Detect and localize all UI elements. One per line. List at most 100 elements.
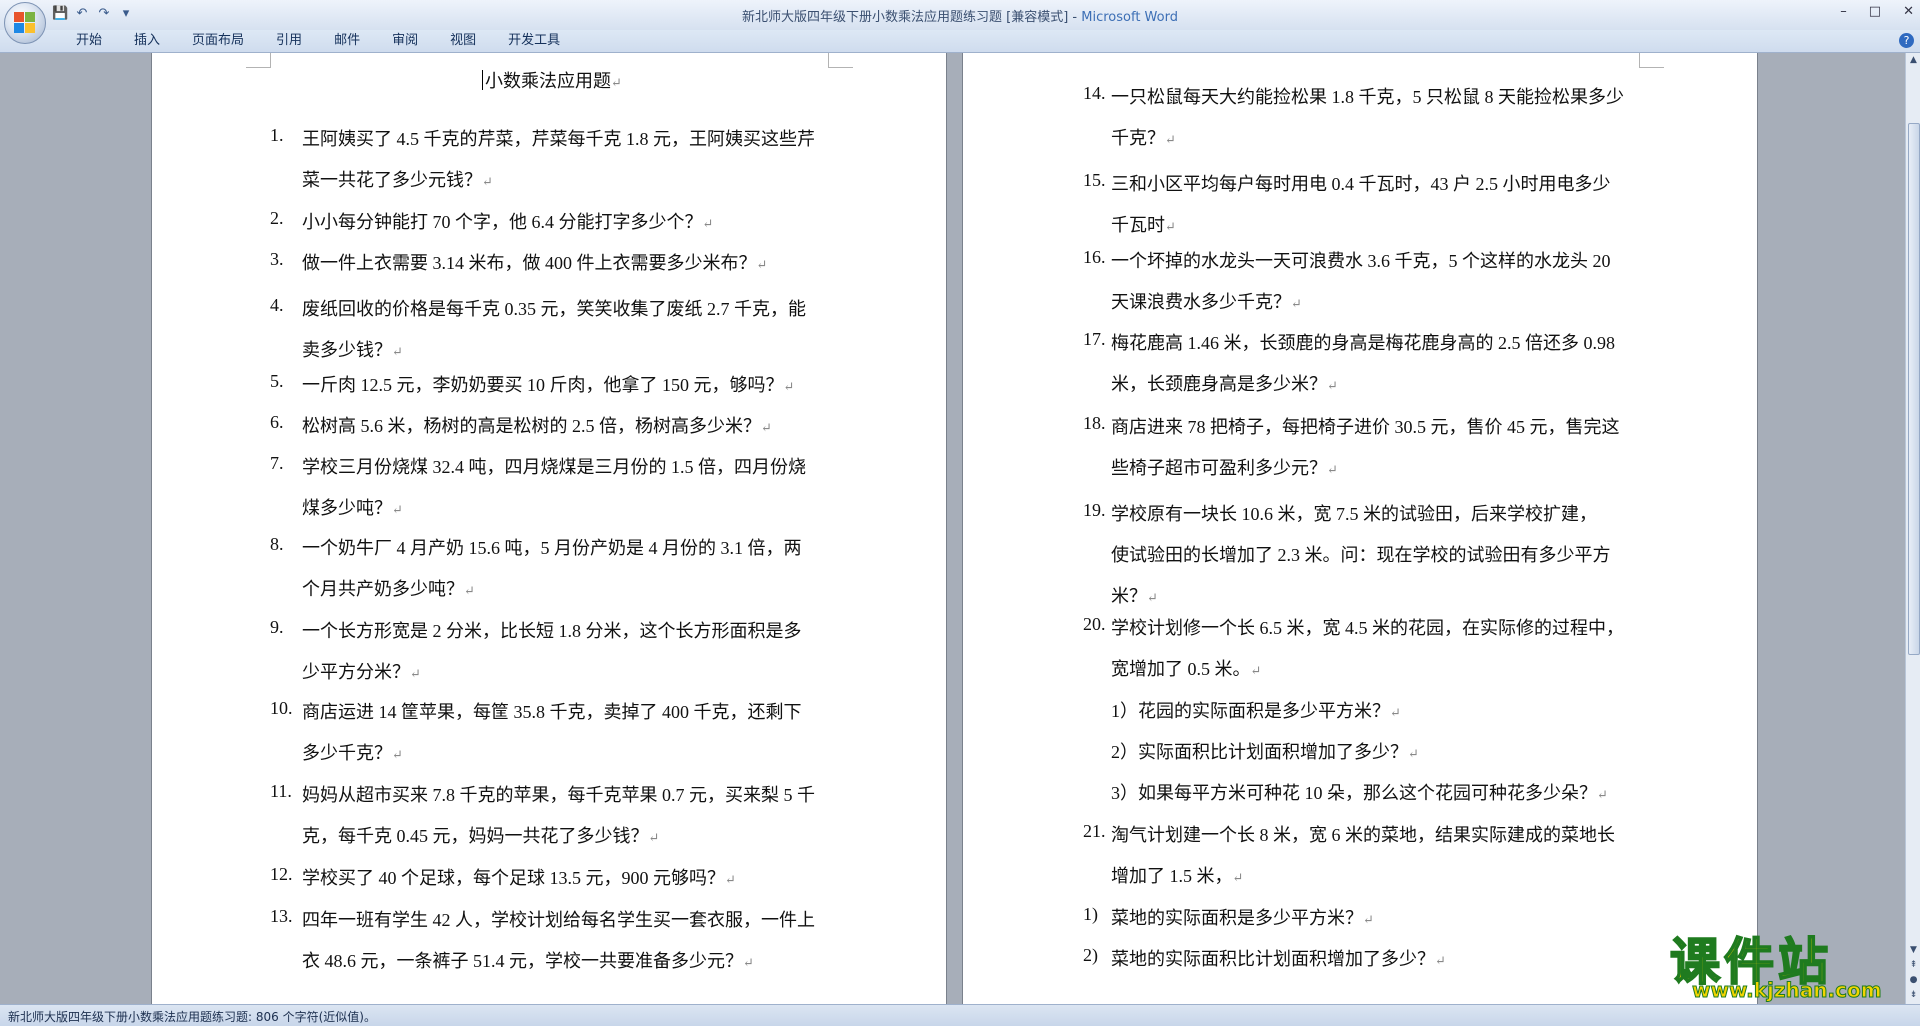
paragraph-mark-icon: ↵ <box>725 872 736 887</box>
page-left[interactable]: 小数乘法应用题↵ 1. 王阿姨买了 4.5 千克的芹菜，芹菜每千克 1.8 元，王… <box>152 53 946 1004</box>
question-text-line: 松树高 5.6 米，杨树的高是松树的 2.5 倍，杨树高多少米？↵ <box>302 416 772 436</box>
question-number: 14. <box>1083 83 1106 103</box>
watermark-logo: 课件站 www.kjzhan.com <box>1669 922 1910 1003</box>
question-text-line: 淘气计划建一个长 8 米，宽 6 米的菜地，结果实际建成的菜地长 <box>1111 825 1615 845</box>
paragraph-mark-icon: ↵ <box>1363 912 1374 927</box>
question-number: 10. <box>270 698 293 718</box>
tab-2[interactable]: 页面布局 <box>176 32 260 50</box>
paragraph-mark-icon: ↵ <box>1165 132 1176 147</box>
question-text-line: 四年一班有学生 42 人，学校计划给每名学生买一套衣服，一件上 <box>302 910 815 930</box>
document-heading: 小数乘法应用题↵ <box>482 67 622 93</box>
document-title-text: 新北师大版四年级下册小数乘法应用题练习题 [兼容模式] - <box>742 10 1078 25</box>
question-text-line: 废纸回收的价格是每千克 0.35 元，笑笑收集了废纸 2.7 千克，能 <box>302 299 806 319</box>
question-text-line: 煤多少吨？↵ <box>302 498 403 518</box>
question-text-line: 一个长方形宽是 2 分米，比长短 1.8 分米，这个长方形面积是多 <box>302 621 802 641</box>
ribbon-tabs: 开始 插入 页面布局 引用 邮件 审阅 视图 开发工具 <box>60 32 576 50</box>
sub-question-text: 1）花园的实际面积是多少平方米？↵ <box>1111 701 1401 721</box>
question-number: 6. <box>270 412 284 432</box>
office-logo-icon <box>14 12 36 34</box>
close-button[interactable]: ✕ <box>1903 4 1914 19</box>
question-number: 15. <box>1083 170 1106 190</box>
paragraph-mark-icon: ↵ <box>392 747 403 762</box>
question-number: 3. <box>270 249 284 269</box>
question-number: 13. <box>270 906 293 926</box>
question-number: 18. <box>1083 413 1106 433</box>
sub-question-text: 3）如果每平方米可种花 10 朵，那么这个花园可种花多少朵？↵ <box>1111 783 1608 803</box>
ribbon: 开始 插入 页面布局 引用 邮件 审阅 视图 开发工具 ? <box>0 30 1920 53</box>
question-text-line: 商店进来 78 把椅子，每把椅子进价 30.5 元，售价 45 元，售完这 <box>1111 417 1620 437</box>
question-text-line: 梅花鹿高 1.46 米，长颈鹿的身高是梅花鹿身高的 2.5 倍还多 0.98 <box>1111 333 1615 353</box>
document-workspace: 小数乘法应用题↵ 1. 王阿姨买了 4.5 千克的芹菜，芹菜每千克 1.8 元，王… <box>0 53 1905 1004</box>
minimize-button[interactable]: – <box>1840 4 1847 19</box>
paragraph-mark-icon: ↵ <box>1232 870 1244 885</box>
paragraph-mark-icon: ↵ <box>702 216 714 231</box>
tab-3[interactable]: 引用 <box>260 32 318 50</box>
paragraph-mark-icon: ↵ <box>1435 953 1446 968</box>
question-text-line: 千克？↵ <box>1111 128 1176 148</box>
question-number: 2. <box>270 208 284 228</box>
question-text-line: 一斤肉 12.5 元，李奶奶要买 10 斤肉，他拿了 150 元，够吗？↵ <box>302 375 795 395</box>
title-bar: 💾 ↶ ↷ ▾ 新北师大版四年级下册小数乘法应用题练习题 [兼容模式] - Mi… <box>0 0 1920 30</box>
question-number: 1. <box>270 125 284 145</box>
paragraph-mark-icon: ↵ <box>756 257 768 272</box>
margin-corner-mark <box>828 53 853 68</box>
question-number: 9. <box>270 617 284 637</box>
paragraph-mark-icon: ↵ <box>464 583 475 598</box>
question-text-line: 千瓦时↵ <box>1111 215 1176 235</box>
question-text-line: 一只松鼠每天大约能捡松果 1.8 千克，5 只松鼠 8 天能捡松果多少 <box>1111 87 1624 107</box>
question-text-line: 使试验田的长增加了 2.3 米。问：现在学校的试验田有多少平方 <box>1111 545 1611 565</box>
question-number: 4. <box>270 295 284 315</box>
paragraph-mark-icon: ↵ <box>743 955 754 970</box>
question-text-line: 学校计划修一个长 6.5 米，宽 4.5 米的花园，在实际修的过程中， <box>1111 618 1624 638</box>
question-text-line: 衣 48.6 元，一条裤子 51.4 元，学校一共要准备多少元？↵ <box>302 951 754 971</box>
paragraph-mark-icon: ↵ <box>482 174 493 189</box>
question-number: 7. <box>270 453 284 473</box>
paragraph-mark-icon: ↵ <box>1250 663 1262 678</box>
question-number: 11. <box>270 781 292 801</box>
tab-1[interactable]: 插入 <box>118 32 176 50</box>
paragraph-mark-icon: ↵ <box>1408 746 1419 761</box>
office-button[interactable] <box>4 2 46 44</box>
maximize-button[interactable]: □ <box>1869 4 1881 19</box>
vertical-scrollbar[interactable]: ▲ ▼ ⇞ ● ⇟ <box>1905 53 1920 1004</box>
window-controls: – □ ✕ <box>1840 4 1914 19</box>
question-number: 5. <box>270 371 284 391</box>
paragraph-mark-icon: ↵ <box>1147 590 1158 605</box>
question-text-line: 些椅子超市可盈利多少元？↵ <box>1111 458 1338 478</box>
question-text-line: 天课浪费水多少千克？↵ <box>1111 292 1302 312</box>
sub-question-text: 2）实际面积比计划面积增加了多少？↵ <box>1111 742 1419 762</box>
question-text-line: 米，长颈鹿身高是多少米？↵ <box>1111 374 1338 394</box>
question-number: 12. <box>270 864 293 884</box>
scrollbar-thumb[interactable] <box>1908 123 1920 655</box>
question-text-line: 菜地的实际面积是多少平方米？↵ <box>1111 908 1374 928</box>
scroll-up-icon[interactable]: ▲ <box>1906 53 1920 68</box>
question-text-line: 三和小区平均每户每时用电 0.4 千瓦时，43 户 2.5 小时用电多少 <box>1111 174 1611 194</box>
question-text-line: 少平方分米？↵ <box>302 662 421 682</box>
word-count-status[interactable]: 新北师大版四年级下册小数乘法应用题练习题: 806 个字符(近似值)。 <box>8 1008 376 1025</box>
help-icon[interactable]: ? <box>1899 33 1914 48</box>
paragraph-mark-icon: ↵ <box>1597 787 1608 802</box>
question-text-line: 个月共产奶多少吨？↵ <box>302 579 475 599</box>
tab-5[interactable]: 审阅 <box>376 32 434 50</box>
tab-6[interactable]: 视图 <box>434 32 492 50</box>
paragraph-mark-icon: ↵ <box>1390 705 1401 720</box>
question-text-line: 宽增加了 0.5 米。↵ <box>1111 659 1262 679</box>
margin-corner-mark <box>246 53 271 68</box>
question-text-line: 学校买了 40 个足球，每个足球 13.5 元，900 元够吗？↵ <box>302 868 736 888</box>
paragraph-mark-icon: ↵ <box>410 666 421 681</box>
question-number: 20. <box>1083 614 1106 634</box>
question-number: 8. <box>270 534 284 554</box>
question-text-line: 米？↵ <box>1111 586 1158 606</box>
question-text-line: 学校原有一块长 10.6 米，宽 7.5 米的试验田，后来学校扩建， <box>1111 504 1597 524</box>
tab-4[interactable]: 邮件 <box>318 32 376 50</box>
question-text-line: 多少千克？↵ <box>302 743 403 763</box>
margin-corner-mark <box>1639 53 1664 68</box>
question-text-line: 菜地的实际面积比计划面积增加了多少？↵ <box>1111 949 1446 969</box>
question-text-line: 小小每分钟能打 70 个字，他 6.4 分能打字多少个？↵ <box>302 212 714 232</box>
page-right[interactable]: 14. 一只松鼠每天大约能捡松果 1.8 千克，5 只松鼠 8 天能捡松果多少 千克… <box>963 53 1757 1004</box>
tab-7[interactable]: 开发工具 <box>492 32 576 50</box>
app-name: Microsoft Word <box>1081 10 1178 25</box>
tab-0[interactable]: 开始 <box>60 32 118 50</box>
paragraph-mark-icon: ↵ <box>783 379 795 394</box>
question-number: 21. <box>1083 821 1106 841</box>
